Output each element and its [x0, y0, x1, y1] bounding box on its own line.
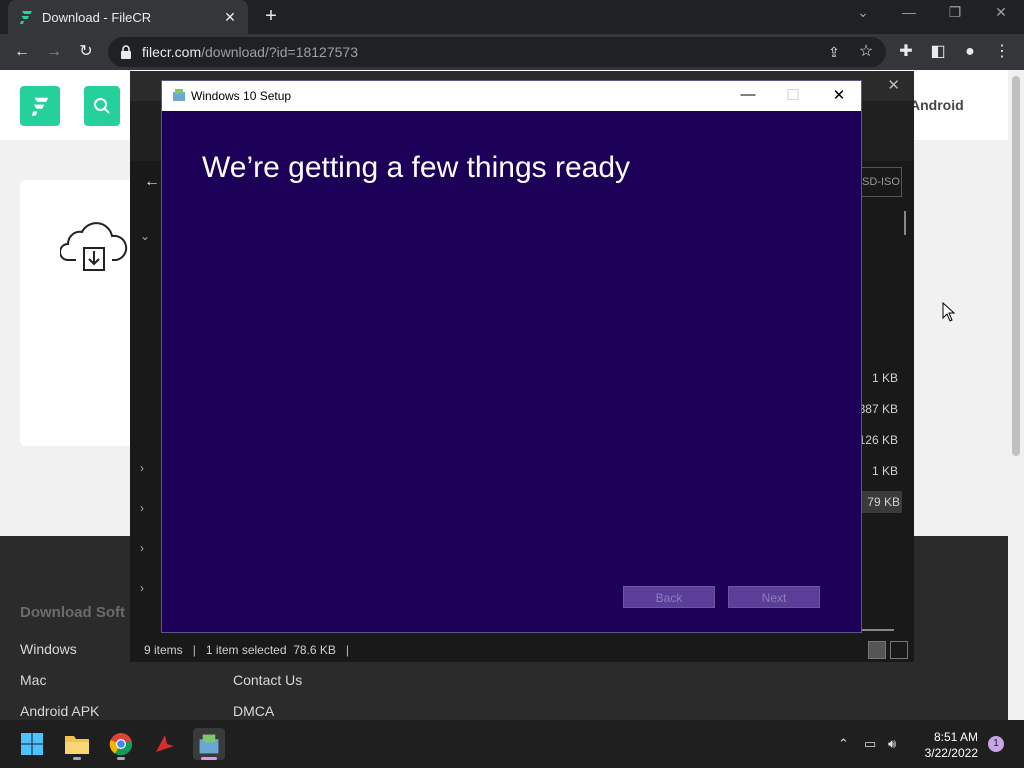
setup-title: Windows 10 Setup [191, 89, 292, 103]
explorer-back-arrow-icon[interactable]: ← [144, 173, 160, 191]
setup-minimize-icon[interactable]: — [737, 86, 759, 103]
explorer-close-icon[interactable]: ✕ [887, 76, 900, 94]
url-path: /download/?id=18127573 [201, 44, 358, 60]
tab-title: Download - FileCR [42, 9, 152, 25]
nav-collapse-chevron-icon[interactable]: › [140, 461, 144, 475]
setup-maximize-icon: ☐ [786, 87, 800, 104]
taskbar-file-explorer[interactable] [61, 728, 93, 760]
nav-expand-chevron-icon[interactable]: ⌄ [140, 229, 150, 243]
cloud-download-icon [60, 222, 128, 271]
nav-collapse-chevron-icon[interactable]: › [140, 501, 144, 515]
new-tab-button[interactable]: + [260, 6, 282, 28]
close-window-icon[interactable]: ✕ [991, 4, 1011, 21]
large-icons-view-icon[interactable] [890, 641, 908, 659]
clock-date: 3/22/2022 [924, 746, 978, 760]
reload-icon[interactable]: ↻ [76, 42, 96, 62]
explorer-scrollbar[interactable] [904, 211, 906, 235]
red-app-icon [156, 735, 174, 752]
forward-arrow-icon[interactable]: → [44, 42, 64, 62]
status-selection: 1 item selected 78.6 KB [205, 643, 336, 657]
footer-heading: Download Soft [20, 604, 125, 621]
address-bar[interactable]: filecr.com/download/?id=18127573 [108, 37, 886, 67]
extensions-puzzle-icon[interactable]: ✚ [896, 42, 916, 62]
nav-collapse-chevron-icon[interactable]: › [140, 541, 144, 555]
taskbar-red-app[interactable] [149, 728, 181, 760]
running-indicator [73, 757, 81, 760]
windows-logo-icon [21, 733, 43, 755]
setup-close-icon[interactable]: ✕ [828, 86, 850, 104]
taskbar-chrome[interactable] [105, 728, 137, 760]
menu-kebab-icon[interactable]: ⋮ [992, 42, 1012, 62]
explorer-hscroll[interactable] [862, 629, 894, 631]
setup-heading: We’re getting a few things ready [202, 151, 631, 184]
folder-icon [65, 736, 89, 754]
bookmark-star-icon[interactable]: ☆ [856, 42, 876, 62]
lock-icon [121, 45, 131, 59]
setup-app-icon [199, 734, 219, 754]
side-panel-icon[interactable]: ◧ [928, 42, 948, 62]
browser-tab[interactable]: Download - FileCR ✕ [8, 0, 248, 34]
active-indicator [201, 757, 217, 760]
tab-search-chevron-icon[interactable]: ⌄ [853, 4, 873, 21]
setup-next-button: Next [728, 586, 820, 608]
footer-link-mac[interactable]: Mac [20, 672, 46, 688]
taskbar-windows-setup[interactable] [193, 728, 225, 760]
footer-link-contact-us[interactable]: Contact Us [233, 672, 302, 688]
explorer-status-bar: 9 items | 1 item selected 78.6 KB | [130, 638, 914, 662]
page-scrollbar-thumb[interactable] [1012, 76, 1020, 456]
footer-link-dmca[interactable]: DMCA [233, 703, 274, 719]
browser-tabstrip: Download - FileCR ✕ + ⌄ — ❐ ✕ [0, 0, 1024, 34]
chrome-icon [109, 733, 133, 756]
taskbar-clock[interactable]: 8:51 AM 3/22/2022 [908, 729, 978, 761]
volume-icon[interactable]: 🔊︎ [888, 736, 896, 752]
profile-avatar-icon[interactable]: ● [960, 42, 980, 62]
start-button[interactable] [16, 728, 48, 760]
windows-setup-dialog: Windows 10 Setup — ☐ ✕ We’re getting a f… [161, 80, 862, 633]
minimize-icon[interactable]: — [899, 4, 919, 20]
setup-titlebar: Windows 10 Setup — ☐ ✕ [162, 81, 861, 111]
setup-back-button: Back [623, 586, 715, 608]
footer-link-android-apk[interactable]: Android APK [20, 703, 99, 719]
page-scrollbar[interactable] [1008, 70, 1024, 720]
restore-icon[interactable]: ❐ [945, 4, 965, 21]
show-hidden-icons-chevron-icon[interactable]: ⌃ [838, 736, 849, 752]
site-search-button[interactable] [84, 86, 120, 126]
footer-link-windows[interactable]: Windows [20, 641, 77, 657]
nav-collapse-chevron-icon[interactable]: › [140, 581, 144, 595]
clock-time: 8:51 AM [933, 730, 978, 744]
search-icon [94, 98, 110, 114]
tab-close-icon[interactable]: ✕ [222, 9, 238, 26]
setup-app-icon [173, 89, 185, 101]
nav-android-link[interactable]: Android [910, 97, 964, 113]
mouse-pointer-icon [942, 302, 956, 322]
filecr-logo-icon [31, 97, 49, 116]
details-view-icon[interactable] [868, 641, 886, 659]
status-separator: | [345, 643, 350, 657]
network-icon[interactable]: ▭ [864, 736, 876, 752]
status-separator: | [192, 643, 196, 657]
notification-badge[interactable]: 1 [988, 736, 1004, 752]
filecr-logo[interactable] [20, 86, 60, 126]
column-tag[interactable]: SD-ISO [860, 167, 902, 197]
file-size-selected[interactable]: 79 KB [858, 491, 902, 513]
back-arrow-icon[interactable]: ← [12, 42, 32, 62]
running-indicator [117, 757, 125, 760]
windows-taskbar: ⌃ ▭ 🔊︎ 8:51 AM 3/22/2022 1 [0, 720, 1024, 768]
share-icon[interactable]: ⇪ [824, 42, 844, 62]
filecr-favicon-icon [20, 11, 32, 24]
status-item-count: 9 items [144, 643, 183, 657]
url-host: filecr.com [142, 44, 202, 60]
browser-toolbar: ← → ↻ filecr.com/download/?id=18127573 ⇪… [0, 34, 1024, 70]
